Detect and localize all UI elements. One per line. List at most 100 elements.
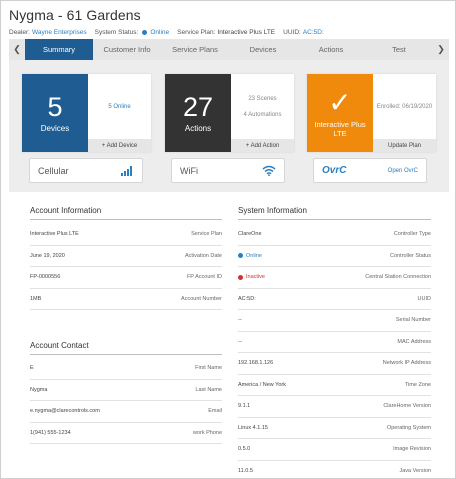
service-plan-label: Service Plan: bbox=[177, 29, 216, 36]
tab-bar: ❮ Summary Customer Info Service Plans De… bbox=[9, 39, 449, 60]
plan-label: Interactive Plus LTE bbox=[314, 119, 366, 138]
uuid-label: UUID: bbox=[283, 29, 301, 36]
system-info-row: 11.0.5 Java Version bbox=[238, 461, 431, 479]
row-value: June 19, 2020 bbox=[30, 252, 65, 259]
account-contact-row: e.nygma@clarecontrols.com Email bbox=[30, 401, 222, 423]
devices-count: 5 bbox=[47, 92, 63, 122]
plan-detail: Enrolled: 06/19/2020 bbox=[373, 74, 436, 139]
dealer-label: Dealer: bbox=[9, 29, 30, 36]
system-info-row: Online Controller Status bbox=[238, 246, 431, 267]
row-value: Linux 4.1.15 bbox=[238, 424, 268, 431]
tab-devices[interactable]: Devices bbox=[229, 39, 297, 60]
system-info-row: -- MAC Address bbox=[238, 332, 431, 353]
row-value: Online bbox=[246, 252, 262, 259]
account-info-row: Interactive Plus LTE Service Plan bbox=[30, 224, 222, 246]
row-value: Inactive bbox=[246, 274, 265, 281]
cellular-status: Cellular bbox=[29, 158, 143, 183]
row-value: e.nygma@clarecontrols.com bbox=[30, 408, 100, 415]
tab-service-plans[interactable]: Service Plans bbox=[161, 39, 229, 60]
row-value: 9.1.1 bbox=[238, 403, 251, 410]
system-info-row: 9.1.1 ClareHome Version bbox=[238, 396, 431, 418]
row-label: work Phone bbox=[192, 429, 222, 436]
devices-online-count: 5 Online bbox=[108, 103, 131, 110]
row-label: Controller Type bbox=[393, 231, 431, 238]
tab-test[interactable]: Test bbox=[365, 39, 433, 60]
uuid-link[interactable]: AC:5D: bbox=[303, 29, 324, 36]
system-info-row: America / New York Time Zone bbox=[238, 375, 431, 396]
account-info-divider bbox=[30, 219, 222, 220]
update-plan-button[interactable]: Update Plan bbox=[373, 139, 436, 152]
scenes-count: 23 Scenes bbox=[248, 95, 277, 102]
row-label: Central Station Connection bbox=[365, 274, 431, 281]
devices-detail: 5 Online bbox=[88, 74, 151, 139]
checkmark-icon: ✓ bbox=[328, 86, 352, 118]
add-device-button[interactable]: + Add Device bbox=[88, 139, 151, 152]
tab-customer-info[interactable]: Customer Info bbox=[93, 39, 161, 60]
dealer-link[interactable]: Wayne Enterprises bbox=[32, 29, 87, 36]
row-label: Java Version bbox=[399, 467, 432, 474]
actions-detail: 23 Scenes 4 Automations bbox=[231, 74, 294, 139]
system-info-row: ClareOne Controller Type bbox=[238, 224, 431, 246]
system-info-row: AC:5D: UUID bbox=[238, 289, 431, 310]
chevron-right-icon[interactable]: ❯ bbox=[433, 39, 449, 60]
devices-label: Devices bbox=[40, 124, 70, 133]
cellular-label: Cellular bbox=[38, 165, 69, 176]
row-label: Time Zone bbox=[404, 381, 431, 388]
row-label: Last Name bbox=[195, 386, 222, 393]
row-value: 0.5.0 bbox=[238, 446, 251, 453]
row-label: FP Account ID bbox=[186, 274, 222, 281]
devices-tile[interactable]: 5 Devices bbox=[22, 74, 88, 152]
account-contact-row: E First Name bbox=[30, 358, 222, 380]
actions-card: 27 Actions 23 Scenes 4 Automations + Add… bbox=[165, 74, 294, 152]
system-info-row: 192.168.1.126 Network IP Address bbox=[238, 353, 431, 375]
central-station-value: Inactive bbox=[238, 274, 265, 280]
row-label: Operating System bbox=[386, 424, 431, 431]
add-action-button[interactable]: + Add Action bbox=[231, 139, 294, 152]
system-info-title: System Information bbox=[238, 206, 307, 215]
wifi-label: WiFi bbox=[180, 165, 198, 176]
devices-card: 5 Devices 5 Online + Add Device bbox=[22, 74, 151, 152]
plan-tile[interactable]: ✓ Interactive Plus LTE bbox=[307, 74, 373, 152]
system-info-row: 0.5.0 Image Revision bbox=[238, 439, 431, 461]
ovrc-logo: OvrC bbox=[322, 165, 347, 176]
account-info-row: FP-0000556 FP Account ID bbox=[30, 267, 222, 289]
account-contact-row: Nygma Last Name bbox=[30, 380, 222, 401]
row-value: AC:5D: bbox=[238, 295, 256, 302]
actions-tile[interactable]: 27 Actions bbox=[165, 74, 231, 152]
row-value: America / New York bbox=[238, 381, 286, 388]
row-label: Service Plan bbox=[191, 231, 222, 238]
system-info-row: -- Serial Number bbox=[238, 310, 431, 332]
system-status-value: Online bbox=[150, 29, 170, 36]
row-value: -- bbox=[238, 317, 242, 324]
wifi-status: WiFi bbox=[171, 158, 285, 183]
row-value: FP-0000556 bbox=[30, 274, 61, 281]
row-label: Serial Number bbox=[395, 317, 431, 324]
row-value: 192.168.1.126 bbox=[238, 360, 274, 367]
wifi-icon bbox=[262, 165, 276, 176]
row-label: Network IP Address bbox=[382, 360, 431, 367]
row-label: Image Revision bbox=[393, 446, 431, 453]
row-label: Email bbox=[208, 408, 222, 415]
row-label: UUID bbox=[417, 295, 431, 302]
account-contact-title: Account Contact bbox=[30, 341, 89, 350]
row-value: -- bbox=[238, 338, 242, 345]
system-info-table: ClareOne Controller Type Online Controller… bbox=[238, 224, 431, 479]
controller-status-value: Online bbox=[238, 253, 262, 259]
row-value: Nygma bbox=[30, 386, 48, 393]
actions-count: 27 bbox=[182, 92, 214, 122]
automations-count: 4 Automations bbox=[243, 111, 282, 118]
status-dot-icon bbox=[238, 274, 243, 280]
system-status-label: System Status: bbox=[94, 29, 139, 36]
page-title: Nygma - 61 Gardens bbox=[9, 7, 141, 23]
open-ovrc-link[interactable]: Open OvrC bbox=[388, 168, 418, 174]
row-value: 11.0.5 bbox=[238, 467, 253, 474]
tab-actions[interactable]: Actions bbox=[297, 39, 365, 60]
row-value: 1(941) 555-1234 bbox=[30, 429, 71, 436]
tab-summary[interactable]: Summary bbox=[25, 39, 93, 60]
system-info-divider bbox=[238, 219, 431, 220]
account-info-table: Interactive Plus LTE Service Plan June 19… bbox=[30, 224, 222, 310]
actions-label: Actions bbox=[184, 124, 212, 133]
row-value: E bbox=[30, 365, 34, 372]
chevron-left-icon[interactable]: ❮ bbox=[9, 39, 25, 60]
account-contact-row: 1(941) 555-1234 work Phone bbox=[30, 423, 222, 444]
